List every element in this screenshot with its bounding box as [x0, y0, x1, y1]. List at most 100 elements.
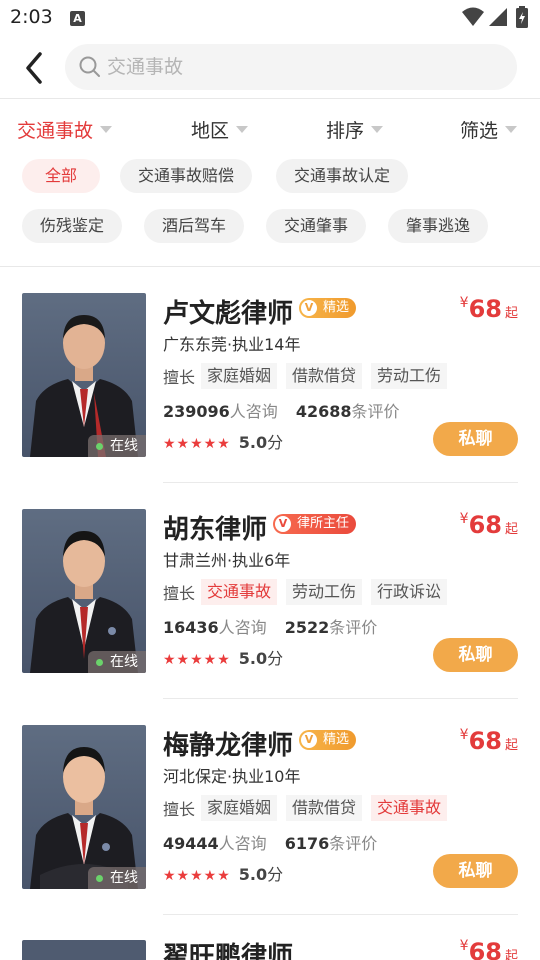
consult-unit: 人咨询 [229, 402, 278, 421]
consult-count: 16436 [163, 618, 219, 637]
online-status-label: 在线 [110, 438, 138, 454]
rating-unit: 分 [267, 433, 284, 452]
tag-chip-drunk-driving[interactable]: 酒后驾车 [144, 209, 245, 243]
lawyer-name: 胡东律师 [163, 515, 268, 545]
tag-chip-accident-compensation[interactable]: 交通事故赔偿 [120, 159, 253, 193]
online-dot-icon [96, 658, 103, 666]
online-status-badge: 在线 [88, 435, 146, 457]
badge-label: 精选 [323, 732, 350, 747]
rating-value: 5.0 [238, 865, 268, 884]
price-label: ¥68 起 [460, 511, 518, 539]
price-value: 68 [468, 938, 502, 960]
tag-chip-hit-and-run[interactable]: 肇事逃逸 [388, 209, 489, 243]
tag-chip-all[interactable]: 全部 [22, 159, 101, 193]
rating-stars: ★★★★★ 5.0分 [163, 861, 283, 885]
price-value: 68 [468, 295, 502, 323]
lawyer-location: 甘肃兰州·执业6年 [163, 551, 291, 570]
badge-label: 精选 [323, 300, 350, 315]
online-status-badge: 在线 [88, 867, 146, 889]
specialties-label: 擅长 [163, 800, 196, 819]
private-chat-button[interactable]: 私聊 [433, 854, 518, 888]
filter-tab-region[interactable]: 地区 [191, 116, 249, 143]
card-divider [163, 914, 518, 915]
private-chat-button[interactable]: 私聊 [433, 638, 518, 672]
lawyer-card[interactable]: 在线 胡东律师 V 律所主任 ¥68 起 甘肃兰州·执业6年 擅长 交通事故 劳动工… [0, 509, 540, 725]
search-icon [79, 56, 100, 77]
review-count: 6176 [284, 834, 330, 853]
filter-tab-filter[interactable]: 筛选 [460, 116, 518, 143]
verified-v-icon: V [275, 516, 291, 532]
filter-tab-label: 筛选 [460, 120, 499, 142]
lawyer-avatar: 在线 [22, 293, 146, 457]
specialty-tag: 借款借贷 [286, 363, 363, 389]
price-currency: ¥ [459, 727, 469, 743]
lawyer-avatar: 在线 [22, 725, 146, 889]
lawyer-portrait-image [30, 747, 138, 889]
rating-value: 5.0 [238, 433, 268, 452]
specialties: 擅长 家庭婚姻 借款借贷 劳动工伤 [163, 363, 456, 389]
specialty-tag: 家庭婚姻 [201, 363, 278, 389]
lawyer-avatar[interactable] [22, 940, 146, 960]
lawyer-name[interactable]: 翟旺鹏律师 [163, 936, 293, 960]
battery-icon [516, 6, 528, 28]
caret-down-icon [371, 126, 384, 133]
tag-chip-accident-determination[interactable]: 交通事故认定 [276, 159, 409, 193]
price-suffix: 起 [504, 949, 518, 960]
price-label: ¥68 起 [460, 938, 518, 960]
status-bar: 2:03 A [0, 0, 540, 36]
caret-down-icon [505, 126, 518, 133]
review-unit: 条评价 [329, 618, 378, 637]
lawyer-location: 广东东莞·执业14年 [163, 335, 301, 354]
price-currency: ¥ [459, 938, 469, 954]
review-unit: 条评价 [351, 402, 400, 421]
consult-count: 49444 [163, 834, 219, 853]
filter-tab-category[interactable]: 交通事故 [17, 116, 113, 143]
featured-badge: V 精选 [299, 730, 357, 750]
verified-v-icon: V [301, 732, 317, 748]
back-button[interactable] [20, 50, 50, 86]
lawyer-stats: 49444人咨询 6176条评价 [163, 830, 377, 854]
specialty-tag: 劳动工伤 [371, 363, 448, 389]
rating-value: 5.0 [238, 649, 268, 668]
lawyer-name: 梅静龙律师 [163, 731, 294, 761]
specialty-tag: 借款借贷 [286, 795, 363, 821]
review-count: 42688 [295, 402, 352, 421]
rating-unit: 分 [267, 865, 284, 884]
caret-down-icon [236, 126, 249, 133]
price-label: ¥68 起 [460, 727, 518, 755]
online-status-label: 在线 [110, 870, 138, 886]
filter-bar: 交通事故 地区 排序 筛选 [0, 110, 540, 150]
specialty-tag: 家庭婚姻 [201, 795, 278, 821]
tag-chip-disability-assessment[interactable]: 伤残鉴定 [22, 209, 123, 243]
signal-icon [489, 8, 507, 26]
header-divider [0, 98, 540, 99]
lawyer-card[interactable]: 在线 卢文彪律师 V 精选 ¥68 起 广东东莞·执业14年 擅长 家庭婚姻 借款借… [0, 293, 540, 509]
private-chat-button[interactable]: 私聊 [433, 422, 518, 456]
lawyer-portrait-image [30, 531, 138, 673]
online-status-badge: 在线 [88, 651, 146, 673]
price-value: 68 [468, 511, 502, 539]
price-value: 68 [468, 727, 502, 755]
lawyer-avatar: 在线 [22, 509, 146, 673]
search-input[interactable] [107, 44, 497, 90]
specialties-label: 擅长 [163, 368, 196, 387]
badge-label: 律所主任 [297, 516, 350, 531]
featured-badge: V 精选 [299, 298, 357, 318]
specialty-tag-highlighted: 交通事故 [371, 795, 448, 821]
search-bar[interactable] [65, 44, 517, 90]
verified-v-icon: V [301, 300, 317, 316]
card-divider [163, 482, 518, 483]
star-icons: ★★★★★ [163, 652, 231, 668]
filter-tab-sort[interactable]: 排序 [326, 116, 384, 143]
specialty-tag: 行政诉讼 [371, 579, 448, 605]
specialty-tag: 劳动工伤 [286, 579, 363, 605]
lawyer-portrait-image [30, 315, 138, 457]
review-unit: 条评价 [329, 834, 378, 853]
review-count: 2522 [284, 618, 330, 637]
consult-unit: 人咨询 [218, 834, 267, 853]
wifi-icon [462, 7, 484, 26]
lawyer-card[interactable]: 在线 梅静龙律师 V 精选 ¥68 起 河北保定·执业10年 擅长 家庭婚姻 借款借… [0, 725, 540, 941]
specialties: 擅长 交通事故 劳动工伤 行政诉讼 [163, 579, 456, 605]
specialty-tag-highlighted: 交通事故 [201, 579, 278, 605]
tag-chip-traffic-offense[interactable]: 交通肇事 [266, 209, 367, 243]
